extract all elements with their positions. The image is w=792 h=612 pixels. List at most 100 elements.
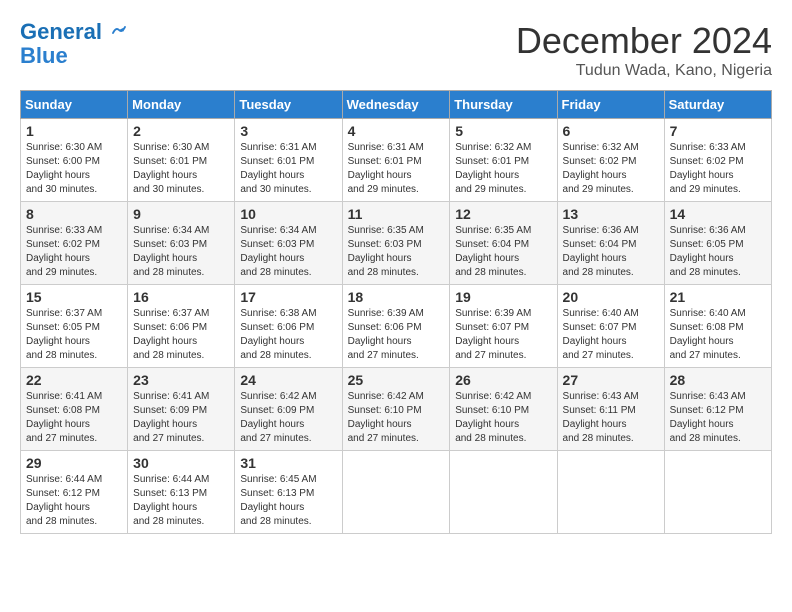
calendar-header-row: SundayMondayTuesdayWednesdayThursdayFrid… <box>21 91 772 119</box>
calendar-cell: 20 Sunrise: 6:40 AM Sunset: 6:07 PM Dayl… <box>557 285 664 368</box>
day-info: Sunrise: 6:36 AM Sunset: 6:05 PM Dayligh… <box>670 224 766 280</box>
calendar-cell: 18 Sunrise: 6:39 AM Sunset: 6:06 PM Dayl… <box>342 285 450 368</box>
day-number: 28 <box>670 372 766 388</box>
day-number: 25 <box>348 372 445 388</box>
day-number: 15 <box>26 289 122 305</box>
day-info: Sunrise: 6:39 AM Sunset: 6:06 PM Dayligh… <box>348 307 445 363</box>
calendar-week-row: 29 Sunrise: 6:44 AM Sunset: 6:12 PM Dayl… <box>21 451 772 534</box>
day-of-week-header: Tuesday <box>235 91 342 119</box>
day-number: 18 <box>348 289 445 305</box>
day-number: 12 <box>455 206 551 222</box>
calendar-cell: 30 Sunrise: 6:44 AM Sunset: 6:13 PM Dayl… <box>128 451 235 534</box>
calendar-week-row: 22 Sunrise: 6:41 AM Sunset: 6:08 PM Dayl… <box>21 368 772 451</box>
calendar-cell: 19 Sunrise: 6:39 AM Sunset: 6:07 PM Dayl… <box>450 285 557 368</box>
day-number: 4 <box>348 123 445 139</box>
day-info: Sunrise: 6:41 AM Sunset: 6:09 PM Dayligh… <box>133 390 229 446</box>
calendar-cell: 8 Sunrise: 6:33 AM Sunset: 6:02 PM Dayli… <box>21 202 128 285</box>
day-info: Sunrise: 6:31 AM Sunset: 6:01 PM Dayligh… <box>240 141 336 197</box>
day-info: Sunrise: 6:37 AM Sunset: 6:05 PM Dayligh… <box>26 307 122 363</box>
calendar-cell: 27 Sunrise: 6:43 AM Sunset: 6:11 PM Dayl… <box>557 368 664 451</box>
day-info: Sunrise: 6:37 AM Sunset: 6:06 PM Dayligh… <box>133 307 229 363</box>
day-info: Sunrise: 6:40 AM Sunset: 6:07 PM Dayligh… <box>563 307 659 363</box>
day-of-week-header: Sunday <box>21 91 128 119</box>
calendar-cell: 22 Sunrise: 6:41 AM Sunset: 6:08 PM Dayl… <box>21 368 128 451</box>
day-info: Sunrise: 6:30 AM Sunset: 6:01 PM Dayligh… <box>133 141 229 197</box>
calendar-cell: 26 Sunrise: 6:42 AM Sunset: 6:10 PM Dayl… <box>450 368 557 451</box>
day-info: Sunrise: 6:35 AM Sunset: 6:03 PM Dayligh… <box>348 224 445 280</box>
calendar-week-row: 8 Sunrise: 6:33 AM Sunset: 6:02 PM Dayli… <box>21 202 772 285</box>
day-number: 20 <box>563 289 659 305</box>
day-number: 26 <box>455 372 551 388</box>
day-info: Sunrise: 6:41 AM Sunset: 6:08 PM Dayligh… <box>26 390 122 446</box>
day-info: Sunrise: 6:30 AM Sunset: 6:00 PM Dayligh… <box>26 141 122 197</box>
month-title: December 2024 <box>516 20 772 62</box>
day-info: Sunrise: 6:44 AM Sunset: 6:12 PM Dayligh… <box>26 473 122 529</box>
day-info: Sunrise: 6:38 AM Sunset: 6:06 PM Dayligh… <box>240 307 336 363</box>
day-info: Sunrise: 6:31 AM Sunset: 6:01 PM Dayligh… <box>348 141 445 197</box>
day-info: Sunrise: 6:35 AM Sunset: 6:04 PM Dayligh… <box>455 224 551 280</box>
calendar-cell: 14 Sunrise: 6:36 AM Sunset: 6:05 PM Dayl… <box>664 202 771 285</box>
calendar-cell: 1 Sunrise: 6:30 AM Sunset: 6:00 PM Dayli… <box>21 119 128 202</box>
calendar-cell: 29 Sunrise: 6:44 AM Sunset: 6:12 PM Dayl… <box>21 451 128 534</box>
calendar-cell: 28 Sunrise: 6:43 AM Sunset: 6:12 PM Dayl… <box>664 368 771 451</box>
day-info: Sunrise: 6:40 AM Sunset: 6:08 PM Dayligh… <box>670 307 766 363</box>
calendar-cell <box>342 451 450 534</box>
day-number: 17 <box>240 289 336 305</box>
calendar-table: SundayMondayTuesdayWednesdayThursdayFrid… <box>20 90 772 534</box>
logo-text: General <box>20 20 128 44</box>
calendar-cell: 17 Sunrise: 6:38 AM Sunset: 6:06 PM Dayl… <box>235 285 342 368</box>
calendar-cell: 25 Sunrise: 6:42 AM Sunset: 6:10 PM Dayl… <box>342 368 450 451</box>
day-number: 22 <box>26 372 122 388</box>
day-info: Sunrise: 6:34 AM Sunset: 6:03 PM Dayligh… <box>240 224 336 280</box>
day-of-week-header: Monday <box>128 91 235 119</box>
day-info: Sunrise: 6:42 AM Sunset: 6:10 PM Dayligh… <box>455 390 551 446</box>
day-info: Sunrise: 6:44 AM Sunset: 6:13 PM Dayligh… <box>133 473 229 529</box>
calendar-cell: 13 Sunrise: 6:36 AM Sunset: 6:04 PM Dayl… <box>557 202 664 285</box>
day-number: 30 <box>133 455 229 471</box>
calendar-cell: 5 Sunrise: 6:32 AM Sunset: 6:01 PM Dayli… <box>450 119 557 202</box>
calendar-cell: 15 Sunrise: 6:37 AM Sunset: 6:05 PM Dayl… <box>21 285 128 368</box>
day-number: 1 <box>26 123 122 139</box>
logo-subtext: Blue <box>20 44 128 68</box>
day-of-week-header: Thursday <box>450 91 557 119</box>
calendar-cell: 4 Sunrise: 6:31 AM Sunset: 6:01 PM Dayli… <box>342 119 450 202</box>
day-number: 16 <box>133 289 229 305</box>
day-number: 7 <box>670 123 766 139</box>
day-number: 2 <box>133 123 229 139</box>
day-number: 14 <box>670 206 766 222</box>
calendar-cell: 12 Sunrise: 6:35 AM Sunset: 6:04 PM Dayl… <box>450 202 557 285</box>
day-number: 19 <box>455 289 551 305</box>
day-info: Sunrise: 6:32 AM Sunset: 6:01 PM Dayligh… <box>455 141 551 197</box>
day-number: 24 <box>240 372 336 388</box>
logo: General Blue <box>20 20 128 68</box>
day-info: Sunrise: 6:36 AM Sunset: 6:04 PM Dayligh… <box>563 224 659 280</box>
calendar-cell: 10 Sunrise: 6:34 AM Sunset: 6:03 PM Dayl… <box>235 202 342 285</box>
day-number: 11 <box>348 206 445 222</box>
calendar-cell: 2 Sunrise: 6:30 AM Sunset: 6:01 PM Dayli… <box>128 119 235 202</box>
day-number: 31 <box>240 455 336 471</box>
calendar-week-row: 15 Sunrise: 6:37 AM Sunset: 6:05 PM Dayl… <box>21 285 772 368</box>
day-info: Sunrise: 6:34 AM Sunset: 6:03 PM Dayligh… <box>133 224 229 280</box>
calendar-cell <box>557 451 664 534</box>
calendar-cell: 16 Sunrise: 6:37 AM Sunset: 6:06 PM Dayl… <box>128 285 235 368</box>
day-info: Sunrise: 6:43 AM Sunset: 6:11 PM Dayligh… <box>563 390 659 446</box>
day-number: 6 <box>563 123 659 139</box>
day-number: 29 <box>26 455 122 471</box>
day-number: 9 <box>133 206 229 222</box>
day-info: Sunrise: 6:42 AM Sunset: 6:09 PM Dayligh… <box>240 390 336 446</box>
day-number: 10 <box>240 206 336 222</box>
title-block: December 2024 Tudun Wada, Kano, Nigeria <box>516 20 772 80</box>
day-info: Sunrise: 6:43 AM Sunset: 6:12 PM Dayligh… <box>670 390 766 446</box>
day-info: Sunrise: 6:33 AM Sunset: 6:02 PM Dayligh… <box>670 141 766 197</box>
day-info: Sunrise: 6:32 AM Sunset: 6:02 PM Dayligh… <box>563 141 659 197</box>
calendar-cell: 23 Sunrise: 6:41 AM Sunset: 6:09 PM Dayl… <box>128 368 235 451</box>
day-number: 13 <box>563 206 659 222</box>
day-number: 8 <box>26 206 122 222</box>
calendar-cell <box>664 451 771 534</box>
calendar-cell: 24 Sunrise: 6:42 AM Sunset: 6:09 PM Dayl… <box>235 368 342 451</box>
calendar-cell: 7 Sunrise: 6:33 AM Sunset: 6:02 PM Dayli… <box>664 119 771 202</box>
calendar-week-row: 1 Sunrise: 6:30 AM Sunset: 6:00 PM Dayli… <box>21 119 772 202</box>
page-header: General Blue December 2024 Tudun Wada, K… <box>20 20 772 80</box>
calendar-cell <box>450 451 557 534</box>
calendar-cell: 3 Sunrise: 6:31 AM Sunset: 6:01 PM Dayli… <box>235 119 342 202</box>
